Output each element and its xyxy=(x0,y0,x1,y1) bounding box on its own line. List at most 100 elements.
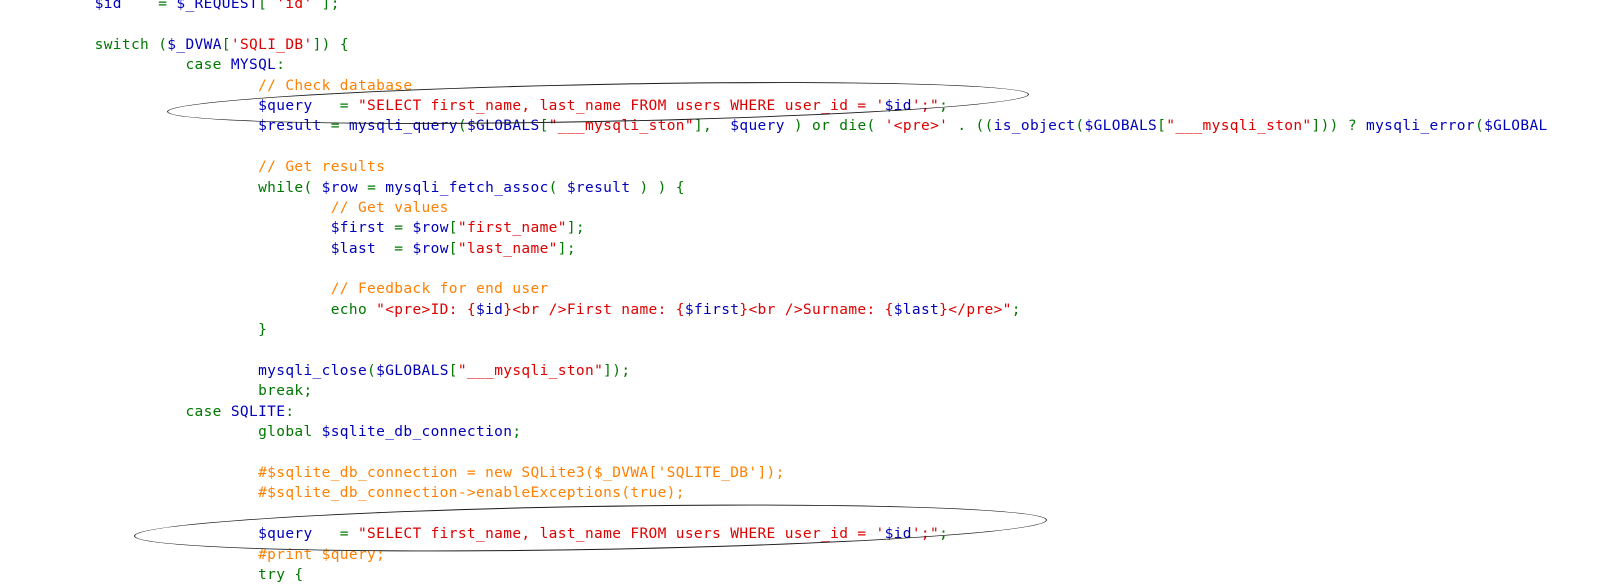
code-line: case MYSQL: xyxy=(22,55,1608,75)
code-token: $id xyxy=(884,97,912,114)
code-token: // Get results xyxy=(258,159,386,176)
code-token: case xyxy=(185,403,231,420)
code-token: $id xyxy=(884,526,912,543)
code-token: // Get values xyxy=(330,199,449,216)
code-token: "SELECT first_name, last_name FROM users… xyxy=(357,97,885,114)
code-token: "___mysqli_ston" xyxy=(1166,118,1312,135)
code-line: $result = mysqli_query($GLOBALS["___mysq… xyxy=(22,116,1608,136)
code-token: $last xyxy=(893,301,940,318)
code-token: is_object xyxy=(993,118,1076,135)
code-token: $sqlite_db_connection xyxy=(321,424,513,441)
code-line: #print $query; xyxy=(22,545,1608,565)
code-token: $GLOBAL xyxy=(1484,118,1548,135)
code-token: 'SQLI_DB' xyxy=(230,36,313,53)
code-line: echo "<pre>ID: {$id}<br />First name: {$… xyxy=(22,300,1608,320)
code-token: [ xyxy=(258,0,277,12)
code-line: #$sqlite_db_connection->enableExceptions… xyxy=(22,483,1608,503)
code-token: ; xyxy=(303,383,313,400)
code-viewer-canvas: $id = $_REQUEST[ 'id' ]; switch ($_DVWA[… xyxy=(0,0,1608,584)
code-token: "<pre>ID: { xyxy=(376,301,477,318)
code-token: try { xyxy=(258,566,304,583)
code-token: ( xyxy=(457,118,467,135)
code-token: "first_name" xyxy=(457,220,567,237)
code-token: $_REQUEST xyxy=(176,0,259,12)
code-token: die xyxy=(839,118,867,135)
code-token: $row xyxy=(412,220,449,237)
code-token: $query xyxy=(730,118,785,135)
code-token: case xyxy=(185,57,231,74)
code-token: [ xyxy=(539,118,549,135)
code-token: (( xyxy=(975,118,994,135)
code-token: [ xyxy=(221,36,231,53)
code-line: #$sqlite_db_connection = new SQLite3($_D… xyxy=(22,463,1608,483)
code-token: ; xyxy=(1011,301,1021,318)
php-source-code[interactable]: $id = $_REQUEST[ 'id' ]; switch ($_DVWA[… xyxy=(0,0,1608,584)
code-line: $first = $row["first_name"]; xyxy=(22,218,1608,238)
code-token: "last_name" xyxy=(457,240,558,257)
code-token: ], xyxy=(693,118,731,135)
code-token: $query xyxy=(258,526,313,543)
code-token: . xyxy=(948,118,976,135)
code-token: "___mysqli_ston" xyxy=(548,118,694,135)
code-token: 'id' xyxy=(276,0,313,12)
code-token: ; xyxy=(939,526,949,543)
code-token: [ xyxy=(448,363,458,380)
code-token: $id xyxy=(94,0,122,12)
code-token: $result xyxy=(258,118,322,135)
code-token: // Check database xyxy=(258,77,413,94)
code-token: ( xyxy=(367,363,377,380)
code-token: = xyxy=(121,0,177,12)
code-token: break xyxy=(258,383,304,400)
code-token: = xyxy=(357,179,386,196)
code-token: = xyxy=(312,526,358,543)
code-token: ( xyxy=(1075,118,1085,135)
code-token: [ xyxy=(448,220,458,237)
code-token: SQLITE xyxy=(230,403,286,420)
code-token: mysqli_close xyxy=(258,363,368,380)
code-line: case SQLITE: xyxy=(22,402,1608,422)
code-token: $_DVWA xyxy=(167,36,222,53)
code-line: global $sqlite_db_connection; xyxy=(22,422,1608,442)
code-token: $result xyxy=(566,179,631,196)
code-token: #$sqlite_db_connection->enableExceptions… xyxy=(258,485,685,502)
code-token: $first xyxy=(330,220,386,237)
code-token: ( xyxy=(866,118,885,135)
code-token: = xyxy=(376,240,413,257)
code-token: MYSQL xyxy=(230,57,277,74)
code-token: $query xyxy=(258,97,313,114)
code-token: [ xyxy=(1157,118,1167,135)
code-token: mysqli_query xyxy=(348,118,458,135)
code-token: echo xyxy=(330,301,377,318)
code-line: } xyxy=(22,320,1608,340)
code-token: }<br />First name: { xyxy=(503,301,685,318)
code-line: // Check database xyxy=(22,76,1608,96)
code-token: ]; xyxy=(557,240,576,257)
code-token: : xyxy=(285,403,295,420)
code-token: ; xyxy=(512,424,522,441)
code-token: ';" xyxy=(911,97,940,114)
code-token: ])) ? xyxy=(1311,118,1366,135)
code-token: or xyxy=(812,118,840,135)
code-token: ]; xyxy=(566,220,586,237)
code-line: mysqli_close($GLOBALS["___mysqli_ston"])… xyxy=(22,361,1608,381)
code-line: switch ($_DVWA['SQLI_DB']) { xyxy=(22,35,1608,55)
